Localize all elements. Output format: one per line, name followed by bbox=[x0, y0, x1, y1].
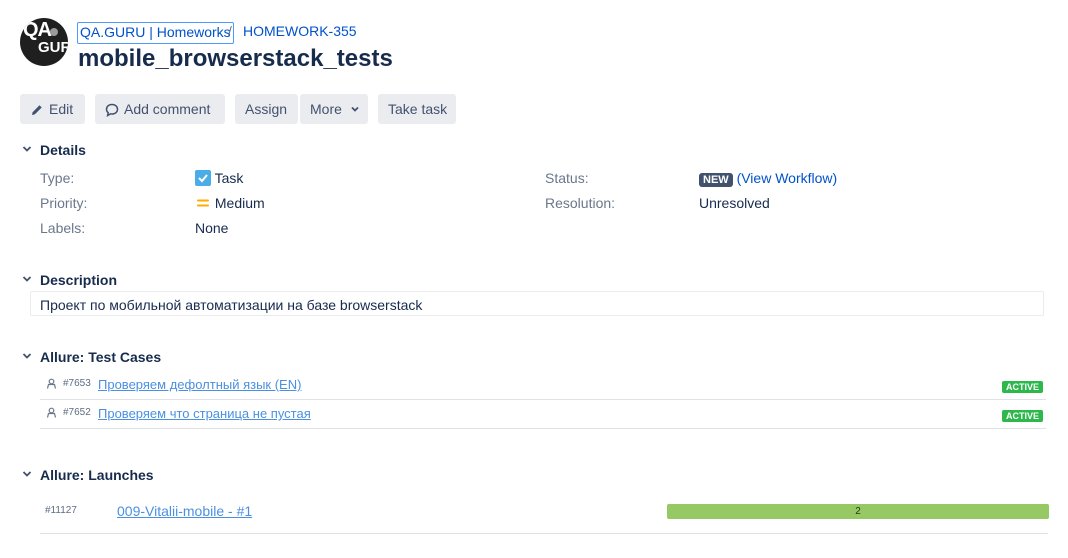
project-avatar[interactable]: QA GURU bbox=[20, 18, 68, 66]
take-task-button-label: Take task bbox=[388, 101, 448, 117]
launches-heading[interactable]: Allure: Launches bbox=[40, 466, 154, 484]
launch-progress-bar[interactable]: 2 bbox=[667, 504, 1049, 519]
priority-label: Priority: bbox=[40, 195, 88, 211]
manual-test-icon bbox=[46, 407, 57, 418]
breadcrumb-issue-key[interactable]: HOMEWORK-355 bbox=[243, 22, 357, 42]
breadcrumb-project[interactable]: QA.GURU | Homeworks bbox=[77, 22, 234, 44]
logo-text-top: QA bbox=[23, 19, 52, 41]
launch-id: #11127 bbox=[45, 505, 77, 516]
add-comment-button[interactable]: Add comment bbox=[95, 94, 225, 124]
more-button-label: More bbox=[310, 101, 342, 117]
labels-value: None bbox=[195, 220, 229, 236]
edit-button-label: Edit bbox=[49, 101, 74, 117]
priority-medium-icon bbox=[197, 199, 209, 207]
pencil-icon bbox=[32, 105, 42, 115]
status-value: NEW (View Workflow) bbox=[699, 169, 837, 187]
labels-label: Labels: bbox=[40, 220, 86, 236]
row-divider bbox=[40, 399, 1046, 400]
add-comment-button-label: Add comment bbox=[124, 101, 211, 117]
launches-chevron-icon[interactable] bbox=[21, 468, 33, 480]
active-badge: ACTIVE bbox=[1002, 410, 1044, 422]
comment-icon bbox=[105, 103, 119, 117]
test-case-id: #7653 bbox=[63, 378, 91, 389]
manual-test-icon bbox=[46, 378, 57, 389]
status-badge: NEW bbox=[699, 173, 733, 187]
logo-text-bottom: GURU bbox=[38, 39, 68, 56]
assign-button[interactable]: Assign bbox=[235, 94, 298, 124]
priority-value: Medium bbox=[195, 194, 265, 212]
resolution-label: Resolution: bbox=[545, 195, 616, 211]
details-chevron-icon[interactable] bbox=[21, 143, 33, 155]
take-task-button[interactable]: Take task bbox=[378, 94, 456, 124]
task-checkbox-icon bbox=[195, 170, 211, 186]
row-divider bbox=[40, 533, 1048, 534]
test-cases-chevron-icon[interactable] bbox=[21, 350, 33, 362]
test-cases-heading[interactable]: Allure: Test Cases bbox=[40, 348, 161, 366]
row-divider bbox=[40, 428, 1046, 429]
assign-button-label: Assign bbox=[245, 101, 288, 117]
test-case-status: ACTIVE bbox=[1002, 406, 1044, 424]
type-value: Task bbox=[195, 169, 243, 187]
chevron-down-icon bbox=[351, 106, 359, 112]
description-text: Проект по мобильной автоматизации на баз… bbox=[40, 297, 423, 313]
breadcrumb-separator: / bbox=[228, 23, 232, 39]
active-badge: ACTIVE bbox=[1002, 381, 1044, 393]
type-label: Type: bbox=[40, 170, 75, 186]
view-workflow-link[interactable]: (View Workflow) bbox=[737, 170, 838, 186]
page-title: mobile_browserstack_tests bbox=[78, 45, 393, 72]
test-case-link[interactable]: Проверяем что страница не пустая bbox=[98, 406, 311, 422]
edit-button[interactable]: Edit bbox=[20, 94, 85, 124]
launch-link[interactable]: 009-Vitalii-mobile - #1 bbox=[117, 503, 252, 519]
more-button[interactable]: More bbox=[300, 94, 368, 124]
status-label: Status: bbox=[545, 170, 589, 186]
description-heading[interactable]: Description bbox=[40, 271, 117, 289]
test-case-link[interactable]: Проверяем дефолтный язык (EN) bbox=[98, 377, 301, 393]
priority-value-text: Medium bbox=[214, 195, 265, 211]
details-heading[interactable]: Details bbox=[40, 141, 86, 159]
description-chevron-icon[interactable] bbox=[21, 273, 33, 285]
test-case-id: #7652 bbox=[63, 407, 91, 418]
resolution-value: Unresolved bbox=[699, 195, 770, 211]
test-case-status: ACTIVE bbox=[1002, 377, 1044, 395]
logo-eye-icon bbox=[50, 28, 58, 36]
type-value-text: Task bbox=[214, 170, 244, 186]
